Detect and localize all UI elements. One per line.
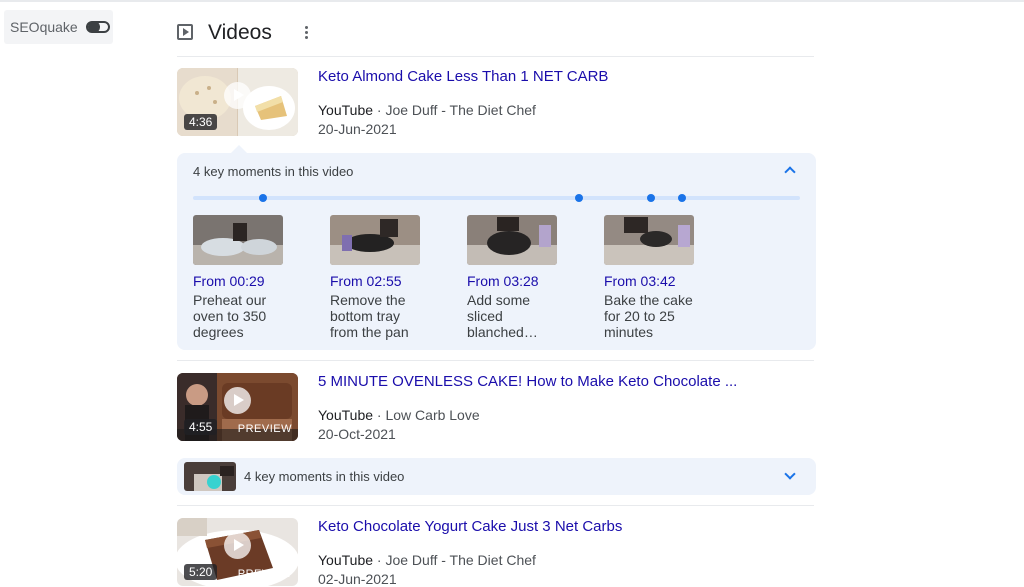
top-border [0, 0, 1024, 2]
key-moment-time: From 00:29 [193, 273, 265, 289]
key-moment-thumbnail [467, 215, 557, 265]
key-moment-time: From 02:55 [330, 273, 402, 289]
timeline-marker[interactable] [647, 194, 655, 202]
toggle-icon[interactable] [85, 21, 110, 33]
video-thumbnail-1[interactable]: 4:36 [177, 68, 298, 136]
video-source: YouTube [318, 407, 374, 423]
key-moments-collapsed[interactable]: 4 key moments in this video [177, 458, 816, 495]
video-date: 02-Jun-2021 [318, 571, 397, 587]
video-duration: 5:20 [184, 564, 218, 580]
key-moment-thumbnail [604, 215, 694, 265]
key-moment-text: Preheat our oven to 350 degrees [193, 292, 267, 340]
video-result-3: 5:20 PREVIEW Keto Chocolate Yogurt Cake … [177, 518, 817, 587]
video-source: YouTube [318, 102, 374, 118]
key-moment-thumbnail [330, 215, 420, 265]
video-title-link[interactable]: 5 MINUTE OVENLESS CAKE! How to Make Keto… [318, 373, 737, 390]
preview-label: PREVIEW [237, 568, 292, 580]
preview-label: PREVIEW [237, 423, 292, 435]
videos-header: Videos [177, 18, 814, 57]
play-icon [224, 82, 251, 109]
video-title-link[interactable]: Keto Almond Cake Less Than 1 NET CARB [318, 68, 608, 85]
seoquake-toggle[interactable]: SEOquake [4, 10, 113, 44]
key-moment-3[interactable]: From 03:28 Add some sliced blanched… [467, 215, 577, 340]
key-moments-title: 4 key moments in this video [244, 469, 405, 484]
chevron-down-icon[interactable] [784, 468, 796, 480]
key-moments-timeline [193, 194, 800, 202]
video-date: 20-Oct-2021 [318, 426, 396, 442]
video-play-box-icon [177, 24, 193, 40]
key-moment-time: From 03:42 [604, 273, 676, 289]
more-options-icon[interactable] [305, 26, 309, 40]
key-moment-1[interactable]: From 00:29 Preheat our oven to 350 degre… [193, 215, 303, 340]
chevron-up-icon[interactable] [784, 166, 796, 178]
video-thumbnail-2[interactable]: 4:55 PREVIEW [177, 373, 298, 441]
video-result-2: 4:55 PREVIEW 5 MINUTE OVENLESS CAKE! How… [177, 373, 817, 443]
seoquake-label: SEOquake [10, 19, 78, 35]
video-title-link[interactable]: Keto Chocolate Yogurt Cake Just 3 Net Ca… [318, 518, 622, 535]
key-moment-4[interactable]: From 03:42 Bake the cake for 20 to 25 mi… [604, 215, 714, 340]
video-source: YouTube [318, 552, 374, 568]
key-moments-title: 4 key moments in this video [193, 164, 354, 179]
key-moment-text: Add some sliced blanched… [467, 292, 538, 340]
play-icon [224, 532, 251, 559]
section-title: Videos [208, 21, 272, 44]
video-date: 20-Jun-2021 [318, 121, 397, 137]
key-moment-time: From 03:28 [467, 273, 539, 289]
divider [177, 505, 814, 506]
key-moment-thumbnail [193, 215, 283, 265]
key-moment-2[interactable]: From 02:55 Remove the bottom tray from t… [330, 215, 440, 340]
video-meta: YouTube · Low Carb Love [318, 407, 480, 423]
video-duration: 4:36 [184, 114, 218, 130]
key-moment-text: Bake the cake for 20 to 25 minutes [604, 292, 693, 340]
key-moments-panel: 4 key moments in this video From 00:29 P… [177, 145, 816, 350]
key-moment-text: Remove the bottom tray from the pan [330, 292, 409, 340]
video-duration: 4:55 [184, 419, 218, 435]
play-icon [224, 387, 251, 414]
timeline-marker[interactable] [575, 194, 583, 202]
video-channel: Joe Duff - The Diet Chef [385, 552, 536, 568]
key-moments-mini-thumbnail [184, 462, 236, 491]
timeline-marker[interactable] [678, 194, 686, 202]
timeline-marker[interactable] [259, 194, 267, 202]
video-meta: YouTube · Joe Duff - The Diet Chef [318, 102, 536, 118]
panel-notch [231, 145, 247, 153]
video-channel: Joe Duff - The Diet Chef [385, 102, 536, 118]
video-meta: YouTube · Joe Duff - The Diet Chef [318, 552, 536, 568]
video-channel: Low Carb Love [385, 407, 480, 423]
video-result-1: 4:36 Keto Almond Cake Less Than 1 NET CA… [177, 68, 817, 138]
divider [177, 360, 814, 361]
video-thumbnail-3[interactable]: 5:20 PREVIEW [177, 518, 298, 586]
